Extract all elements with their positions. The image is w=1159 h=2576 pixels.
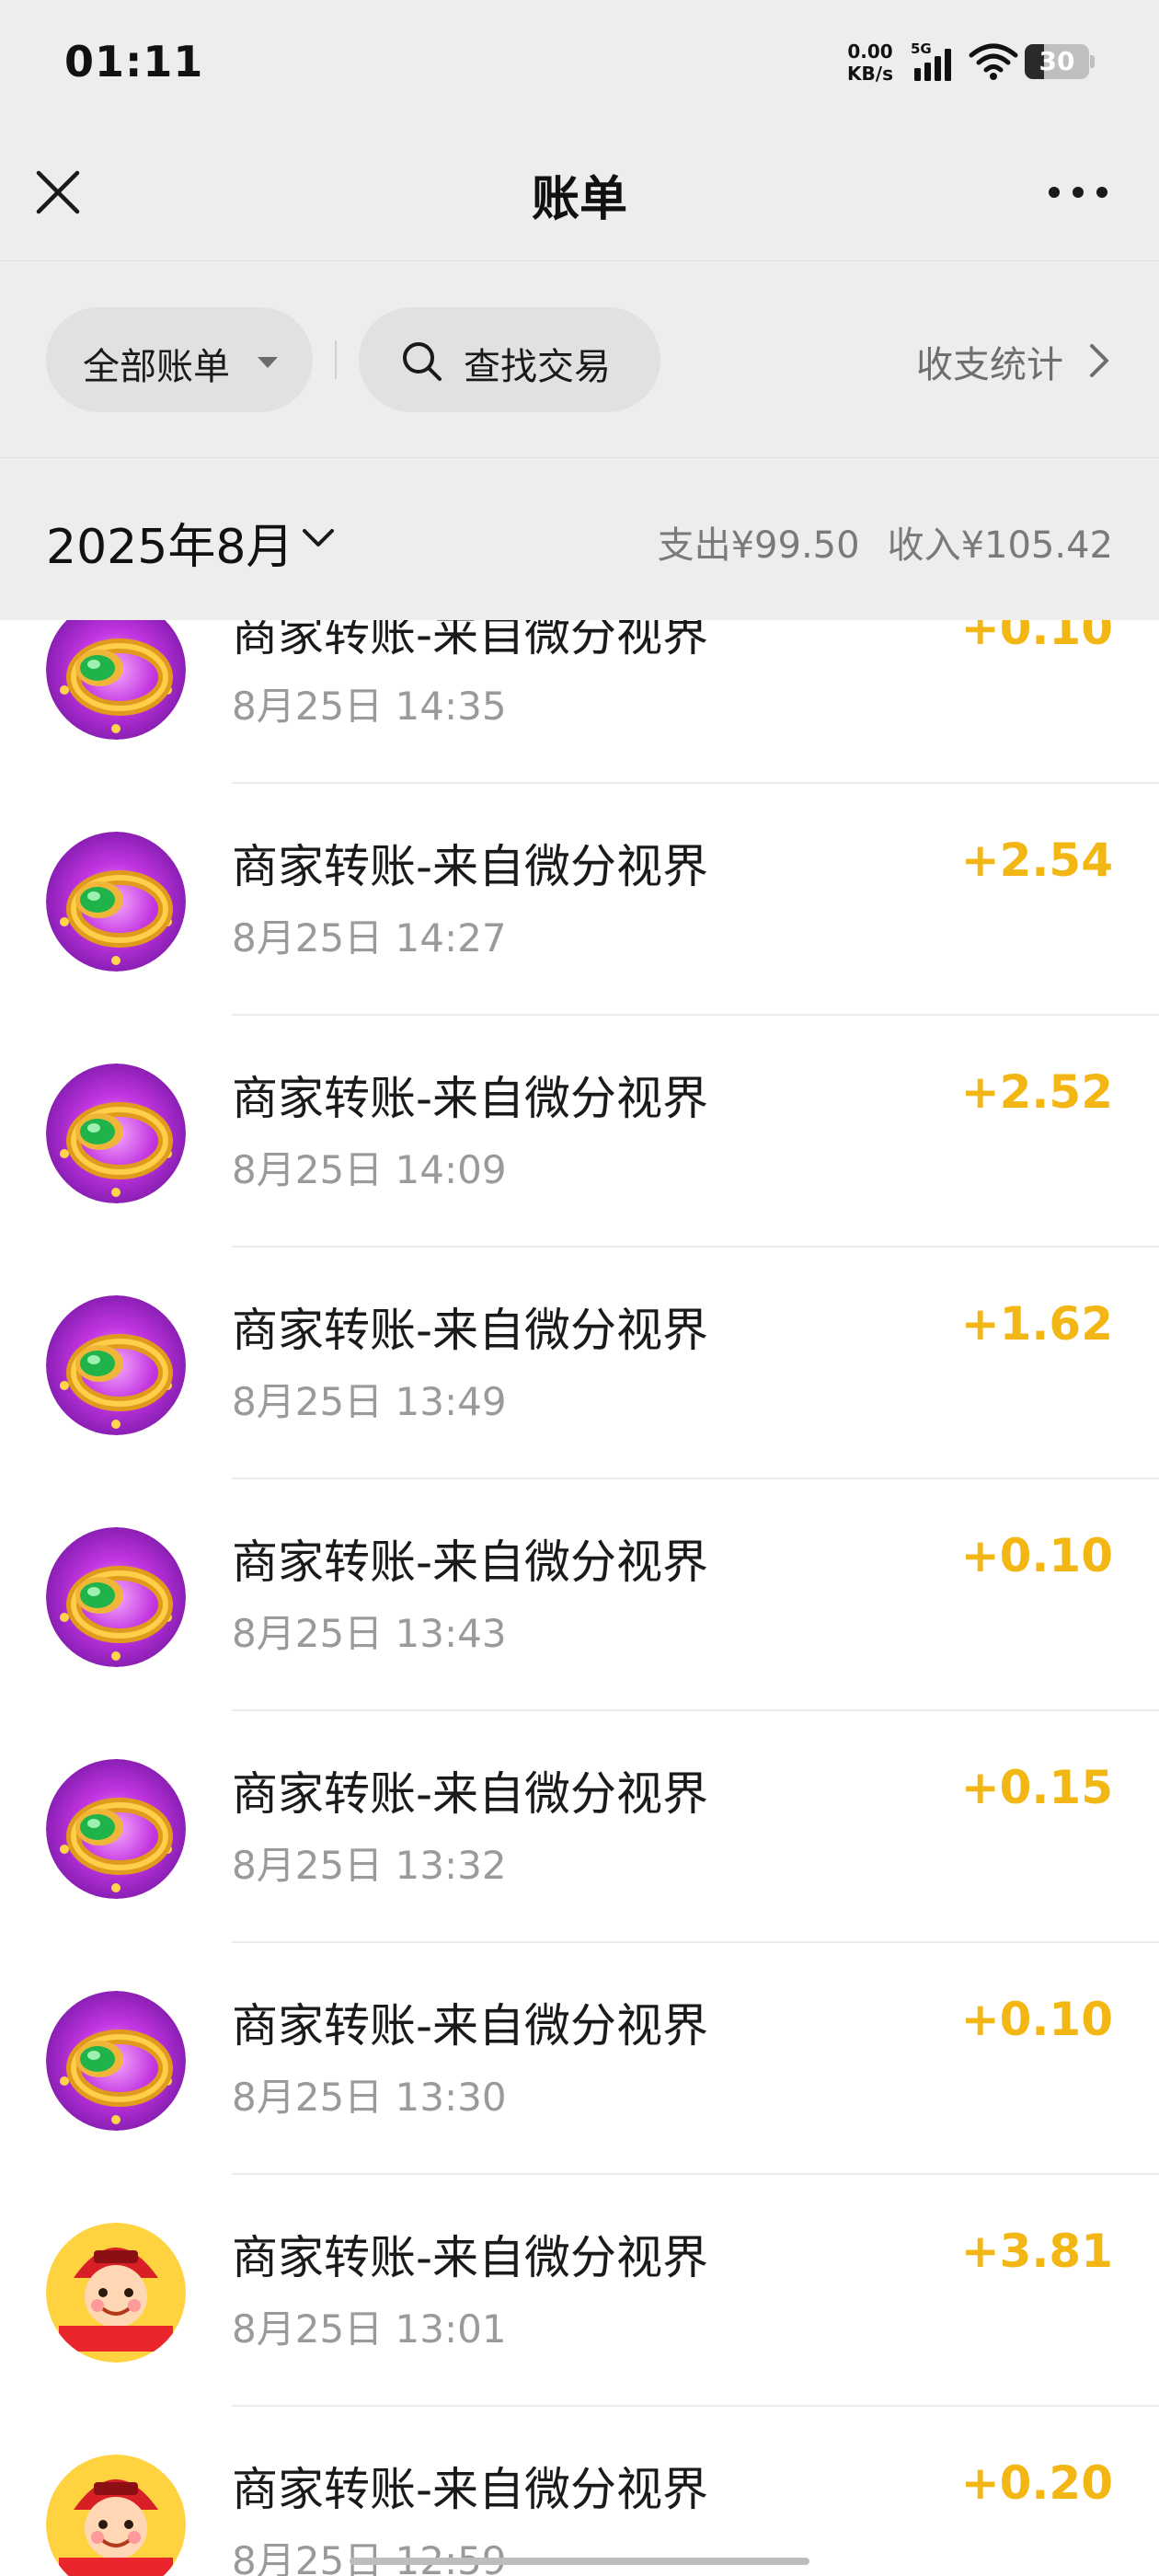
transaction-title: 商家转账-来自微分视界	[232, 1999, 709, 2053]
transaction-time: 8月25日 13:43	[232, 1611, 507, 1656]
search-icon	[403, 342, 442, 381]
nav-bar: 账单	[0, 129, 1159, 261]
merchant-avatar	[46, 2223, 186, 2363]
page-title: 账单	[531, 172, 627, 227]
filter-divider	[335, 340, 337, 379]
merchant-avatar	[46, 620, 186, 740]
search-transactions-label: 查找交易	[464, 346, 611, 388]
transaction-amount: +2.52	[960, 1065, 1113, 1119]
transaction-row[interactable]: 商家转账-来自微分视界 8月25日 13:49 +1.62	[0, 1248, 1159, 1479]
chevron-right-icon	[1090, 344, 1108, 377]
transaction-row[interactable]: 商家转账-来自微分视界 8月25日 14:27 +2.54	[0, 784, 1159, 1016]
transaction-row[interactable]: 商家转账-来自微分视界 8月25日 12:59 +0.20	[0, 2407, 1159, 2576]
income-expense-stats-link[interactable]: 收支统计	[916, 335, 1063, 388]
transaction-row[interactable]: 商家转账-来自微分视界 8月25日 13:32 +0.15	[0, 1711, 1159, 1943]
merchant-avatar	[46, 1527, 186, 1667]
ring-logo-icon	[46, 1295, 186, 1435]
wifi-icon	[968, 42, 1019, 81]
transaction-amount: +0.10	[960, 1993, 1113, 2046]
transaction-time: 8月25日 12:59	[232, 2538, 507, 2576]
month-totals: 支出¥99.50 收入¥105.42	[658, 515, 1113, 569]
transaction-time: 8月25日 14:27	[232, 915, 507, 960]
fortune-god-logo-icon	[46, 2223, 186, 2363]
merchant-avatar	[46, 1991, 186, 2131]
merchant-avatar	[46, 1295, 186, 1435]
ring-logo-icon	[46, 832, 186, 972]
filter-bar: 全部账单 查找交易 收支统计	[0, 261, 1159, 458]
transaction-amount: +0.20	[960, 2456, 1113, 2510]
transaction-time: 8月25日 13:30	[232, 2075, 507, 2120]
all-bills-label: 全部账单	[83, 346, 230, 388]
transaction-time: 8月25日 13:01	[232, 2306, 507, 2352]
transaction-row[interactable]: 商家转账-来自微分视界 8月25日 14:09 +2.52	[0, 1016, 1159, 1248]
status-time: 01:11	[64, 37, 204, 86]
transaction-time: 8月25日 14:35	[232, 684, 507, 729]
transaction-title: 商家转账-来自微分视界	[232, 1535, 709, 1589]
search-transactions-button[interactable]: 查找交易	[359, 307, 660, 412]
caret-down-icon	[258, 357, 278, 368]
transaction-amount: +1.62	[960, 1297, 1113, 1351]
battery-icon: 30	[1025, 44, 1095, 79]
all-bills-dropdown[interactable]: 全部账单	[46, 307, 313, 412]
transaction-title: 商家转账-来自微分视界	[232, 1304, 709, 1357]
more-options-button[interactable]	[1043, 171, 1113, 213]
fortune-god-logo-icon	[46, 2455, 186, 2576]
merchant-avatar	[46, 832, 186, 972]
transaction-amount: +3.81	[960, 2225, 1113, 2278]
status-bar: 01:11 0.00 KB/s 5G 30	[0, 0, 1159, 129]
network-type-label: 5G	[911, 40, 932, 57]
transaction-title: 商家转账-来自微分视界	[232, 840, 709, 893]
transaction-time: 8月25日 14:09	[232, 1147, 507, 1192]
transaction-amount: +0.15	[960, 1761, 1113, 1814]
ring-logo-icon	[46, 1527, 186, 1667]
ring-logo-icon	[46, 620, 186, 740]
month-summary-bar: 2025年8月 支出¥99.50 收入¥105.42	[0, 458, 1159, 620]
merchant-avatar	[46, 2455, 186, 2576]
chevron-down-icon	[303, 529, 334, 546]
transaction-amount: +2.54	[960, 834, 1113, 887]
ring-logo-icon	[46, 1064, 186, 1203]
cellular-signal-icon: 5G	[911, 40, 957, 83]
transaction-row[interactable]: 商家转账-来自微分视界 8月25日 14:35 +0.10	[0, 620, 1159, 784]
network-speed-value: 0.00	[847, 40, 893, 63]
transaction-row[interactable]: 商家转账-来自微分视界 8月25日 13:01 +3.81	[0, 2175, 1159, 2407]
month-selector[interactable]: 2025年8月	[46, 508, 293, 577]
transaction-title: 商家转账-来自微分视界	[232, 2231, 709, 2284]
transaction-title: 商家转账-来自微分视界	[232, 2463, 709, 2516]
transaction-title: 商家转账-来自微分视界	[232, 1072, 709, 1125]
battery-level: 30	[1039, 46, 1075, 76]
transaction-list[interactable]: 商家转账-来自微分视界 8月25日 14:35 +0.10 商家转账-来自微分视界 8…	[0, 620, 1159, 2576]
network-speed-unit: KB/s	[847, 63, 893, 85]
close-button[interactable]	[28, 162, 88, 223]
network-speed: 0.00 KB/s	[843, 40, 898, 85]
transaction-time: 8月25日 13:49	[232, 1379, 507, 1424]
transaction-title: 商家转账-来自微分视界	[232, 1767, 709, 1821]
merchant-avatar	[46, 1759, 186, 1899]
transaction-time: 8月25日 13:32	[232, 1843, 507, 1888]
home-indicator[interactable]	[350, 2558, 809, 2565]
ring-logo-icon	[46, 1759, 186, 1899]
merchant-avatar	[46, 1064, 186, 1203]
more-icon	[1049, 187, 1107, 198]
transaction-title: 商家转账-来自微分视界	[232, 620, 709, 661]
transaction-amount: +0.10	[960, 620, 1113, 655]
month-expense-total: 支出¥99.50	[657, 524, 860, 567]
transaction-row[interactable]: 商家转账-来自微分视界 8月25日 13:30 +0.10	[0, 1943, 1159, 2175]
close-icon	[36, 170, 80, 214]
month-income-total: 收入¥105.42	[887, 524, 1113, 567]
ring-logo-icon	[46, 1991, 186, 2131]
transaction-row[interactable]: 商家转账-来自微分视界 8月25日 13:43 +0.10	[0, 1479, 1159, 1711]
transaction-amount: +0.10	[960, 1529, 1113, 1582]
